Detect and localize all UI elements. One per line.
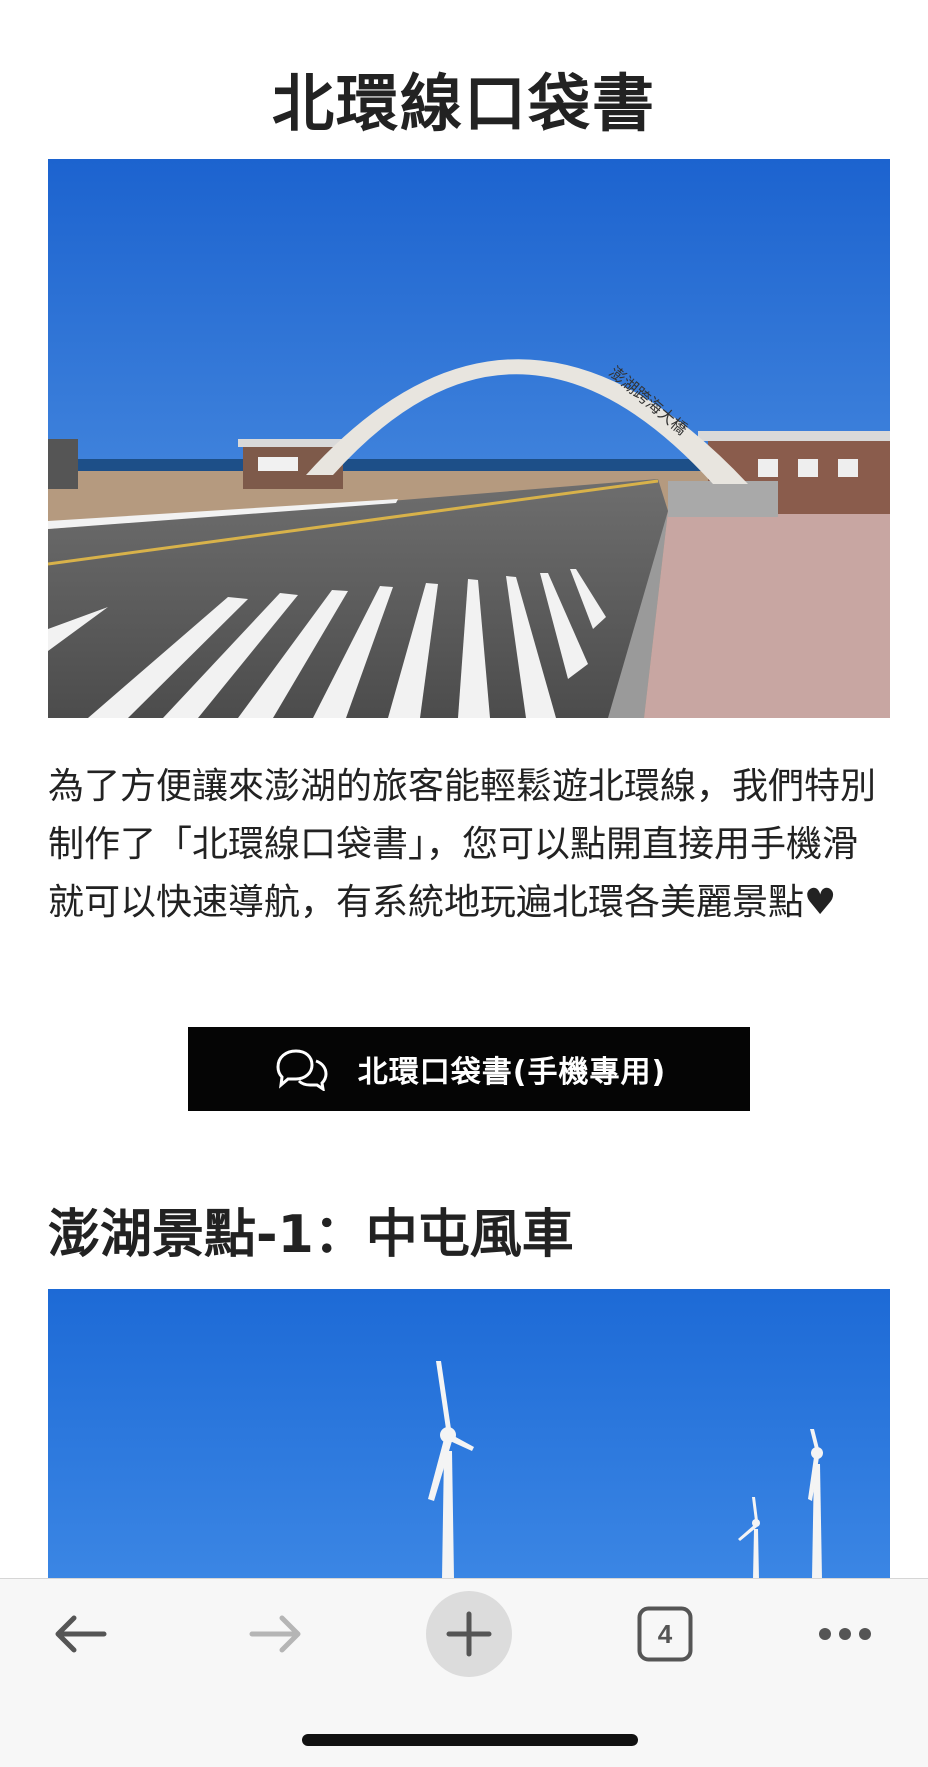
- tab-switcher-button[interactable]: 4: [620, 1579, 710, 1689]
- pocket-book-button-label: 北環口袋書(手機專用): [357, 1055, 667, 1090]
- forward-button[interactable]: [226, 1579, 326, 1689]
- chat-bubbles-icon: [276, 1049, 328, 1091]
- plus-icon: [426, 1591, 512, 1677]
- arrow-right-icon: [249, 1615, 301, 1653]
- arrow-left-icon: [55, 1615, 107, 1653]
- page-title: 北環線口袋書: [271, 66, 656, 140]
- new-tab-button[interactable]: [424, 1579, 514, 1689]
- intro-paragraph: 為了方便讓來澎湖的旅客能輕鬆遊北環線，我們特別制作了「北環線口袋書」，您可以點開…: [48, 766, 877, 923]
- more-button[interactable]: [800, 1579, 890, 1689]
- back-button[interactable]: [30, 1579, 130, 1689]
- home-indicator[interactable]: [302, 1734, 638, 1746]
- hero-image: 澎湖跨海大橋: [48, 159, 890, 718]
- section-heading-1: 澎湖景點-1：中屯風車: [48, 1205, 574, 1265]
- more-dots-icon: [819, 1628, 871, 1640]
- pocket-book-button[interactable]: 北環口袋書(手機專用): [188, 1027, 750, 1111]
- windmill-image: [48, 1289, 890, 1579]
- tab-count: 4: [657, 1618, 673, 1649]
